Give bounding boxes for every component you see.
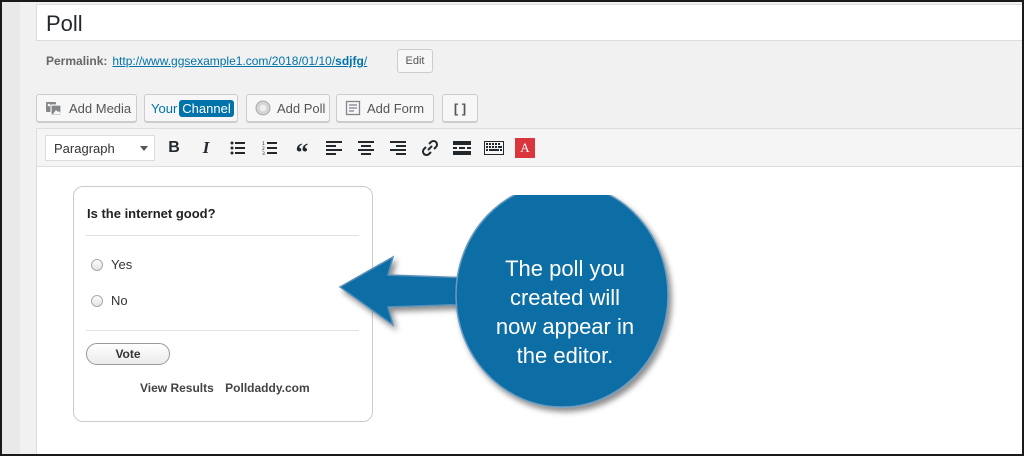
chevron-down-icon	[140, 146, 148, 151]
format-select-value: Paragraph	[54, 141, 115, 156]
permalink-trail: /	[363, 54, 368, 68]
align-center-icon[interactable]	[355, 137, 377, 159]
svg-text:3: 3	[262, 151, 265, 155]
poll-option-label: No	[111, 293, 128, 308]
your-channel-button[interactable]: Your Channel	[144, 94, 238, 122]
left-gutter	[0, 0, 20, 456]
add-poll-label: Add Poll	[277, 100, 326, 116]
keyboard-icon[interactable]	[483, 137, 505, 159]
poll-option-no[interactable]: No	[91, 293, 128, 308]
radio-icon[interactable]	[91, 294, 103, 307]
radio-icon[interactable]	[91, 258, 103, 271]
view-results-link[interactable]: View Results	[140, 381, 214, 395]
blockquote-icon[interactable]: “	[291, 137, 313, 167]
callout-text: The poll you created will now appear in …	[470, 254, 660, 370]
poll-divider	[86, 235, 359, 236]
poll-divider	[86, 330, 359, 331]
align-left-icon[interactable]	[323, 137, 345, 159]
poll-embed: Is the internet good? Yes No Vote View R…	[73, 186, 373, 422]
permalink-link[interactable]: http://www.ggsexample1.com/2018/01/10/sd…	[112, 54, 367, 68]
add-form-button[interactable]: Add Form	[336, 94, 434, 122]
post-title-input[interactable]: Poll	[36, 4, 1024, 41]
add-media-button[interactable]: Add Media	[36, 94, 137, 122]
shortcode-button[interactable]: [ ]	[442, 94, 478, 122]
format-select[interactable]: Paragraph	[45, 135, 155, 161]
align-right-icon[interactable]	[387, 137, 409, 159]
poll-icon	[255, 100, 271, 116]
add-form-label: Add Form	[367, 100, 425, 116]
link-icon[interactable]	[419, 137, 441, 159]
poll-footer: View Results Polldaddy.com	[140, 381, 318, 395]
your-channel-your: Your	[151, 100, 178, 116]
poll-option-yes[interactable]: Yes	[91, 257, 132, 272]
permalink-row: Permalink: http://www.ggsexample1.com/20…	[46, 54, 367, 68]
permalink-base: http://www.ggsexample1.com/2018/01/10/	[112, 54, 336, 68]
bold-icon[interactable]: B	[163, 137, 185, 159]
callout-line: The poll you	[505, 256, 625, 281]
callout-line: created will	[509, 285, 621, 310]
text-color-icon[interactable]: A	[515, 138, 535, 158]
italic-icon[interactable]: I	[195, 137, 217, 159]
callout-line: the editor.	[516, 343, 614, 368]
edit-permalink-button[interactable]: Edit	[397, 49, 433, 73]
callout-line: now appear in	[495, 314, 635, 339]
permalink-label: Permalink:	[46, 54, 108, 68]
editor-toolbar: Paragraph B I 123 “ A	[37, 129, 1024, 167]
bulleted-list-icon[interactable]	[227, 137, 249, 159]
add-poll-button[interactable]: Add Poll	[246, 94, 330, 122]
read-more-icon[interactable]	[451, 137, 473, 159]
add-media-label: Add Media	[69, 100, 132, 116]
form-icon	[345, 100, 361, 116]
poll-option-label: Yes	[111, 257, 133, 272]
permalink-slug: sdjfg	[335, 54, 364, 68]
your-channel-channel: Channel	[179, 99, 234, 117]
numbered-list-icon[interactable]: 123	[259, 137, 281, 159]
polldaddy-link[interactable]: Polldaddy.com	[225, 381, 309, 395]
vote-button[interactable]: Vote	[86, 343, 170, 365]
poll-question: Is the internet good?	[87, 206, 216, 221]
media-icon	[45, 100, 63, 116]
